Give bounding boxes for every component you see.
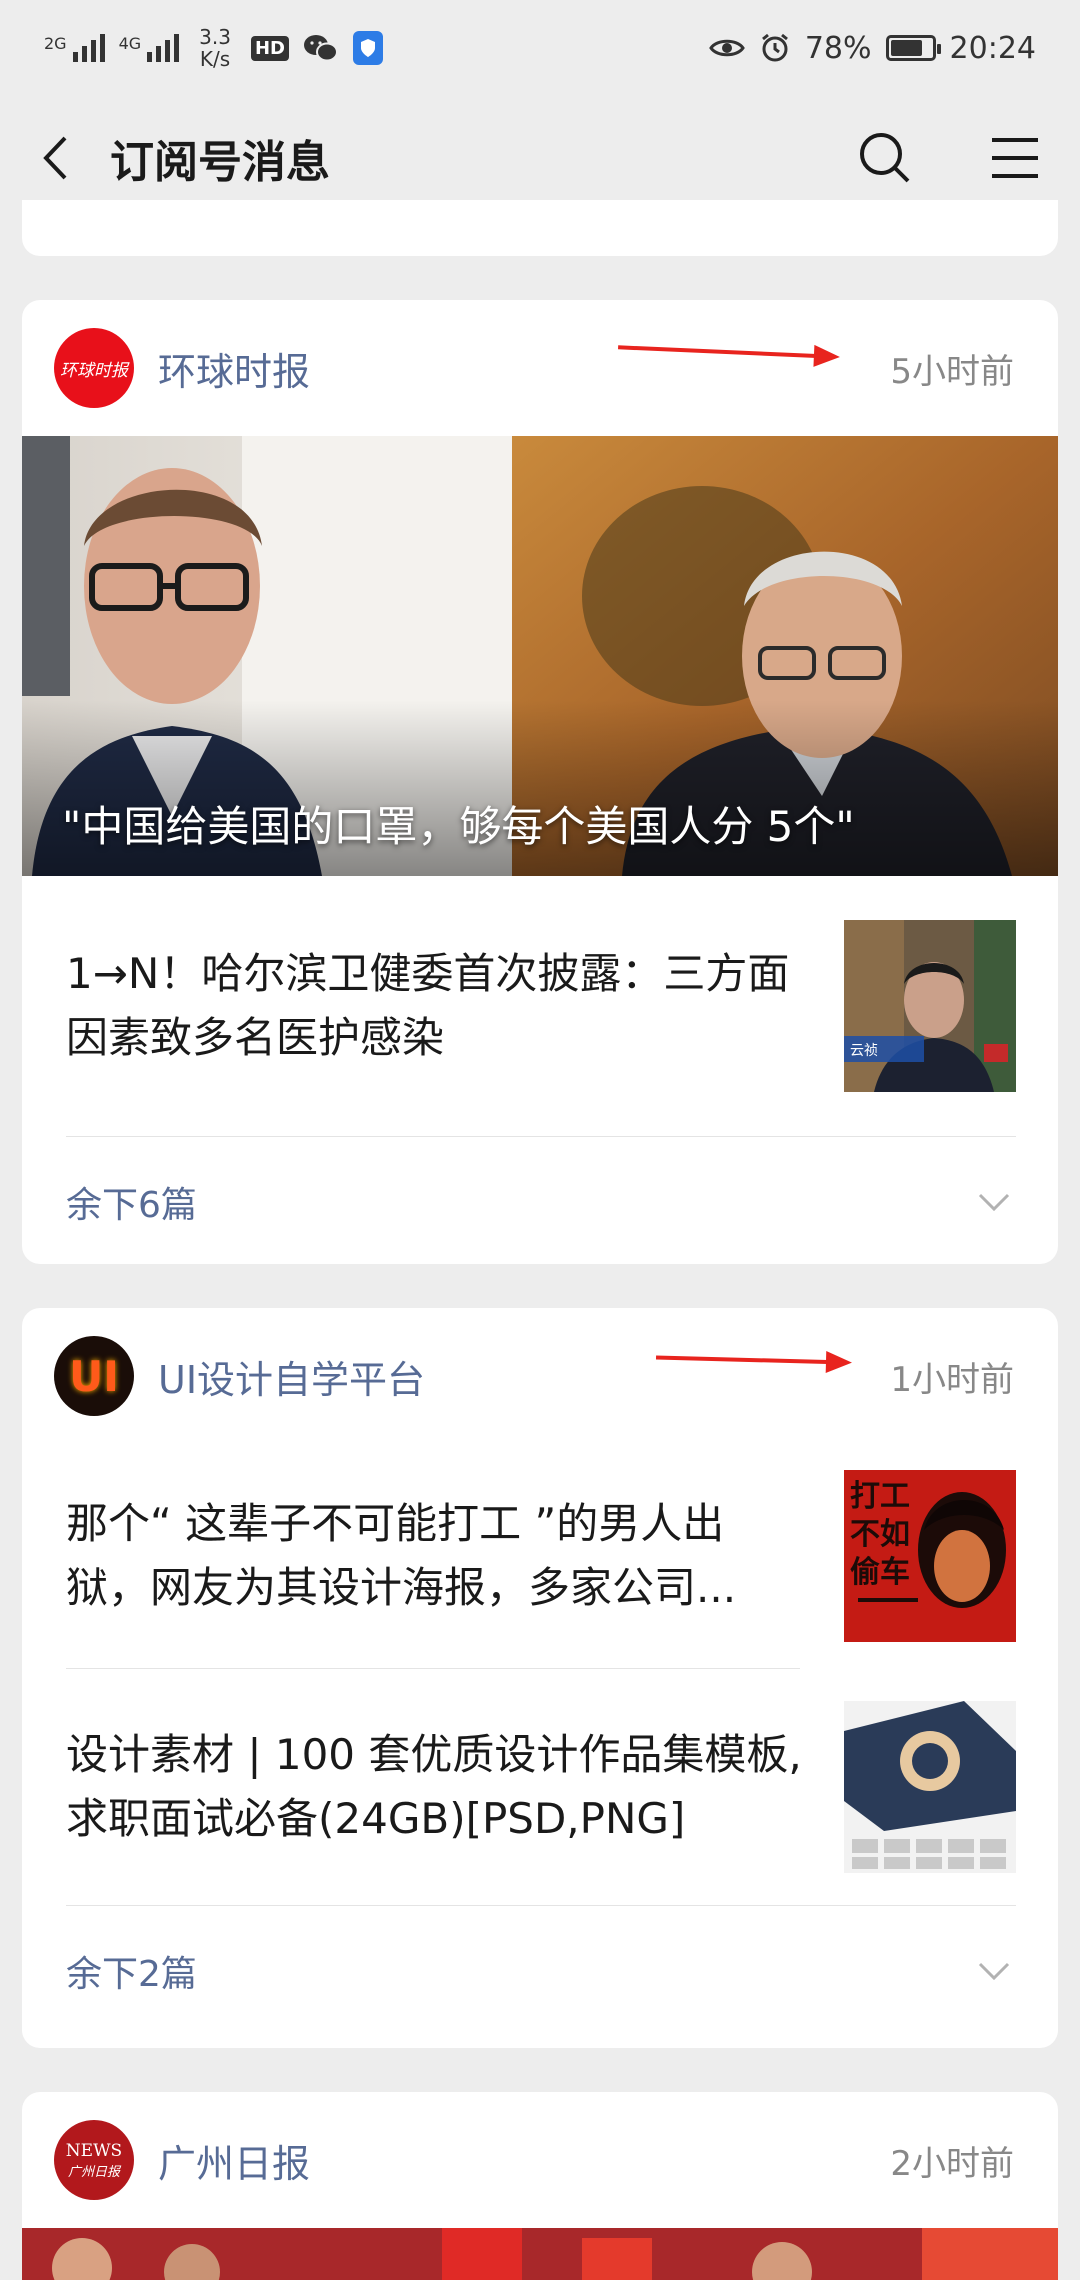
- wechat-icon: [303, 35, 338, 62]
- clock: 20:24: [949, 30, 1036, 66]
- network-speed: 3.3 K/s: [199, 26, 231, 70]
- chevron-down-icon: [978, 1193, 1010, 1211]
- thumbnail-caption: 云祯: [850, 1043, 878, 1059]
- search-icon: [860, 133, 910, 183]
- source-name[interactable]: 环球时报: [158, 341, 890, 396]
- hero-image[interactable]: [22, 2228, 1058, 2280]
- status-left: 2G 4G 3.3 K/s HD: [44, 26, 383, 70]
- signal-2g-icon: 2G: [44, 34, 105, 62]
- avatar-logo-text: 环球时报: [60, 360, 128, 381]
- thumbnail-image: [844, 1701, 1016, 1873]
- subscription-card: UI UI设计自学平台 1小时前 那个“ 这辈子不可能打工 ”的男人出狱，网友为…: [22, 1308, 1058, 2048]
- article-title: 设计素材 | 100 套优质设计作品集模板,求职面试必备(24GB)[PSD,P…: [66, 1730, 802, 1843]
- signal-4g-icon: 4G: [119, 34, 180, 62]
- article-thumbnail: 打工不如偷车: [844, 1470, 1016, 1642]
- article-item[interactable]: 那个“ 这辈子不可能打工 ”的男人出狱，网友为其设计海报，多家公司... 打工不…: [22, 1444, 1058, 1668]
- hero-caption: "中国给美国的口罩，够每个美国人分 5个": [62, 802, 855, 851]
- publish-time: 1小时前: [890, 1359, 1014, 1400]
- card-header[interactable]: 环球时报 环球时报 5小时前: [22, 300, 1058, 436]
- security-shield-icon: [352, 31, 383, 65]
- article-item[interactable]: 1→N！哈尔滨卫健委首次披露：三方面因素致多名医护感染 云祯: [22, 876, 1058, 1136]
- article-thumbnail: [844, 1701, 1016, 1873]
- card-header[interactable]: NEWS 广州日报 广州日报 2小时前: [22, 2092, 1058, 2228]
- page-title: 订阅号消息: [110, 137, 330, 188]
- avatar-logo-subtext: 广州日报: [67, 2164, 120, 2180]
- expand-more-row[interactable]: 余下6篇: [22, 1137, 1058, 1264]
- source-avatar[interactable]: NEWS 广州日报: [54, 2120, 134, 2200]
- alarm-icon: [761, 33, 788, 62]
- battery-fill: [890, 40, 922, 56]
- publish-time: 5小时前: [890, 351, 1014, 392]
- source-name[interactable]: UI设计自学平台: [158, 1349, 890, 1404]
- remaining-articles-label: 余下2篇: [66, 1954, 197, 1995]
- article-title: 那个“ 这辈子不可能打工 ”的男人出狱，网友为其设计海报，多家公司...: [66, 1499, 737, 1612]
- avatar-logo-text: NEWS: [65, 2140, 123, 2161]
- thumbnail-caption: 打工不如偷车: [850, 1479, 910, 1590]
- menu-icon: [992, 138, 1038, 178]
- network-type-label: 2G: [44, 34, 67, 53]
- eye-icon: [709, 39, 745, 57]
- status-bar: 2G 4G 3.3 K/s HD 78% 20:24: [0, 0, 1080, 96]
- article-title: 1→N！哈尔滨卫健委首次披露：三方面因素致多名医护感染: [66, 949, 790, 1062]
- chevron-left-icon: [43, 136, 67, 180]
- battery-icon: [885, 35, 941, 61]
- chevron-down-icon: [978, 1962, 1010, 1980]
- remaining-articles-label: 余下6篇: [66, 1185, 197, 1226]
- card-header[interactable]: UI UI设计自学平台 1小时前: [22, 1308, 1058, 1444]
- hero-article[interactable]: "中国给美国的口罩，够每个美国人分 5个": [22, 436, 1058, 876]
- battery-percent: 78%: [804, 30, 872, 66]
- publish-time: 2小时前: [890, 2143, 1014, 2184]
- source-avatar[interactable]: 环球时报: [54, 328, 134, 408]
- speed-value: 3.3: [199, 25, 231, 49]
- previous-card-remnant: [22, 200, 1058, 256]
- hd-badge: HD: [250, 35, 289, 61]
- speed-unit: K/s: [199, 47, 231, 71]
- subscription-card: NEWS 广州日报 广州日报 2小时前: [22, 2092, 1058, 2280]
- avatar-logo-text: UI: [69, 1351, 119, 1401]
- thumbnail-image: [844, 920, 1016, 1092]
- expand-more-row[interactable]: 余下2篇: [22, 1906, 1058, 2036]
- subscription-card: 环球时报 环球时报 5小时前 "中国给美国的口罩，够每个美国人分 5个" 1→N…: [22, 300, 1058, 1264]
- status-right: 78% 20:24: [709, 31, 1036, 66]
- source-avatar[interactable]: UI: [54, 1336, 134, 1416]
- article-thumbnail: 云祯: [844, 920, 1016, 1092]
- article-item[interactable]: 设计素材 | 100 套优质设计作品集模板,求职面试必备(24GB)[PSD,P…: [22, 1669, 1058, 1905]
- network-type-label: 4G: [118, 34, 142, 53]
- source-name[interactable]: 广州日报: [158, 2133, 890, 2188]
